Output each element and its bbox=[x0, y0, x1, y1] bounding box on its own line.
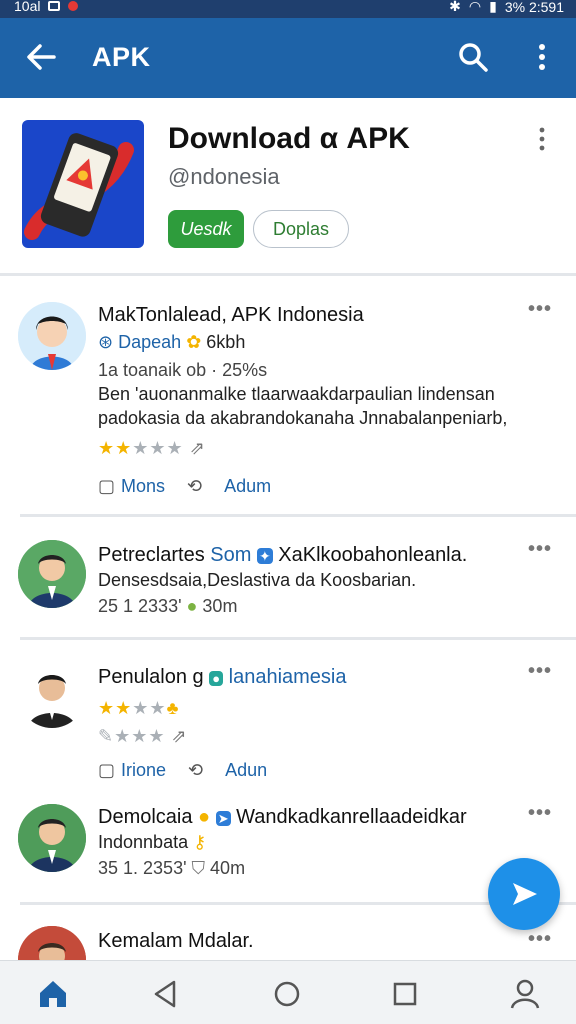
post-author[interactable]: Petreclartes bbox=[98, 544, 205, 566]
list-item[interactable]: Penulalon g ● lanahiamesia ••• ★★★★♣ ✎★★… bbox=[0, 640, 576, 800]
post-meta: 35 1. 2353' bbox=[98, 858, 187, 878]
link-icon: ✦ bbox=[256, 548, 273, 564]
post-text-line: Indonnbata bbox=[98, 832, 189, 852]
app-notification-icon bbox=[68, 1, 79, 11]
add-button[interactable]: Adun bbox=[225, 760, 267, 781]
retweet-button[interactable]: ⟲ bbox=[188, 760, 203, 781]
add-button[interactable]: Adum bbox=[224, 476, 271, 497]
post-author[interactable]: Kemalam Mdalar. bbox=[98, 930, 254, 953]
post-time: 40m bbox=[210, 858, 246, 878]
list-item[interactable]: Petreclartes Som ✦ XaKlkoobahonleanla. •… bbox=[0, 518, 576, 638]
app-bar-title: APK bbox=[92, 42, 151, 72]
post-handle[interactable]: Dapeah bbox=[118, 332, 181, 352]
search-icon[interactable] bbox=[456, 40, 490, 74]
nav-back-icon[interactable] bbox=[148, 977, 182, 1011]
nav-recents-icon[interactable] bbox=[388, 977, 422, 1011]
rating-stars: ✎★★★ ⇗ bbox=[98, 726, 188, 746]
chat-icon: ● bbox=[209, 671, 224, 686]
send-icon bbox=[513, 883, 537, 905]
rating-stars: ★★★★♣ bbox=[98, 698, 180, 718]
shield-icon: ⛉ bbox=[191, 858, 206, 878]
divider bbox=[20, 514, 576, 517]
author-tag: g bbox=[192, 666, 204, 688]
notification-icon bbox=[48, 1, 61, 11]
app-title: Download α APK bbox=[168, 122, 410, 155]
bluetooth-icon: ✱ bbox=[449, 0, 461, 14]
emoji-icon: ● bbox=[186, 596, 198, 616]
post-handle-extra: 6kbh bbox=[206, 332, 246, 352]
post-author[interactable]: MakTonlalead, APK Indonesia bbox=[98, 304, 364, 327]
list-item[interactable]: Kemalam Mdalar. ••• bbox=[0, 906, 576, 960]
comment-icon: ▢ bbox=[98, 476, 116, 496]
comment-icon: ▢ bbox=[98, 760, 116, 780]
comment-button[interactable]: ▢ Mons bbox=[98, 476, 165, 497]
rating-stars: ★★★★★ ⇗ bbox=[98, 438, 206, 458]
retweet-button[interactable]: ⟲ bbox=[187, 476, 202, 497]
more-horizontal-icon[interactable]: ••• bbox=[528, 538, 552, 561]
more-horizontal-icon[interactable]: ••• bbox=[528, 928, 552, 951]
author-extra: XaKlkoobahonleanla. bbox=[278, 544, 468, 566]
retweet-icon: ⟲ bbox=[188, 760, 204, 780]
post-text-line: padokasia da akabrandokanaha Jnnabalanpe… bbox=[98, 408, 508, 428]
emoji-icon: ✿ bbox=[186, 332, 202, 352]
retweet-icon: ⟲ bbox=[187, 476, 203, 496]
more-horizontal-icon[interactable]: ••• bbox=[528, 802, 552, 825]
post-actions: ▢ Mons ⟲ Adum bbox=[98, 476, 271, 497]
post-author[interactable]: Demolcaia bbox=[98, 806, 192, 828]
author-tag[interactable]: Som bbox=[210, 544, 251, 566]
app-bar: APK bbox=[0, 18, 576, 98]
app-icon[interactable] bbox=[22, 120, 144, 248]
post-text-line: Ben 'auonanmalke tlaarwaakdarpaulian lin… bbox=[98, 384, 495, 404]
status-time: 10al bbox=[14, 0, 41, 14]
secondary-button[interactable]: Doplas bbox=[253, 210, 349, 248]
more-horizontal-icon[interactable]: ••• bbox=[528, 298, 552, 321]
signal-icon: ▮ bbox=[489, 0, 497, 14]
list-item[interactable]: MakTonlalead, APK Indonesia ••• ⊛ Dapeah… bbox=[0, 280, 576, 516]
comment-button[interactable]: ▢ Irione bbox=[98, 760, 166, 781]
post-time: 30m bbox=[202, 596, 238, 616]
avatar[interactable] bbox=[18, 926, 86, 960]
bottom-navigation bbox=[0, 960, 576, 1024]
author-extra: Wandkadkanrellaadeidkar bbox=[236, 806, 467, 828]
app-subtitle: @ndonesia bbox=[168, 164, 280, 189]
more-horizontal-icon[interactable]: ••• bbox=[528, 660, 552, 683]
more-vertical-icon[interactable] bbox=[530, 40, 554, 74]
more-vertical-icon[interactable] bbox=[536, 126, 548, 152]
app-header-card: Download α APK @ndonesia Uesdk Doplas bbox=[0, 98, 576, 276]
post-actions: ▢ Irione ⟲ Adun bbox=[98, 760, 267, 781]
status-bar: 10al ✱ ◠ ▮ 3% 2:591 bbox=[0, 0, 576, 18]
emoji-icon: ● bbox=[198, 806, 211, 828]
post-meta: 25 1 2333' bbox=[98, 596, 182, 616]
post-meta: 1a toanaik ob · 25%s bbox=[98, 360, 268, 380]
avatar[interactable] bbox=[18, 540, 86, 608]
author-extra[interactable]: lanahiamesia bbox=[229, 666, 347, 688]
install-button[interactable]: Uesdk bbox=[168, 210, 244, 248]
link-icon: ➤ bbox=[215, 811, 231, 826]
avatar[interactable] bbox=[18, 660, 86, 728]
send-fab[interactable] bbox=[488, 858, 560, 930]
key-icon: ⚷ bbox=[193, 832, 207, 852]
post-text-line: Densesdsaia,Deslastiva da Koosbarian. bbox=[98, 570, 417, 590]
profile-icon[interactable] bbox=[508, 977, 542, 1011]
back-arrow-icon[interactable] bbox=[24, 40, 58, 74]
nav-home-circle-icon[interactable] bbox=[270, 977, 304, 1011]
avatar[interactable] bbox=[18, 302, 86, 370]
post-author[interactable]: Penulalon bbox=[98, 666, 187, 688]
avatar[interactable] bbox=[18, 804, 86, 872]
verified-icon: ⊛ bbox=[98, 332, 114, 352]
status-right-text: 3% 2:591 bbox=[504, 0, 564, 15]
wifi-icon: ◠ bbox=[468, 0, 482, 14]
home-icon[interactable] bbox=[36, 977, 70, 1011]
